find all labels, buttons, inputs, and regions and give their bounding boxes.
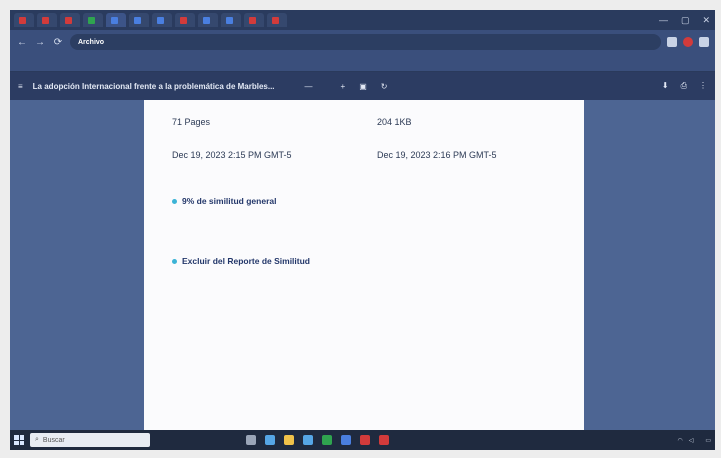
browser-tab[interactable] bbox=[37, 13, 57, 27]
more-options-icon[interactable]: ⋮ bbox=[699, 81, 707, 91]
excluded-title: Excluir del Reporte de Similitud bbox=[172, 256, 556, 266]
browser-tab-strip: — ▢ ✕ bbox=[10, 10, 715, 30]
pdf-viewer[interactable]: 71 Pages 204 1KB Dec 19, 2023 2:15 PM GM… bbox=[10, 100, 715, 430]
meta-cell: Dec 19, 2023 2:15 PM GMT-5 bbox=[172, 145, 377, 160]
favicon-icon bbox=[88, 16, 95, 24]
document-metadata: 71 Pages 204 1KB Dec 19, 2023 2:15 PM GM… bbox=[172, 112, 556, 160]
favicon-icon bbox=[19, 16, 26, 24]
bullet-icon bbox=[172, 258, 177, 264]
notifications-icon[interactable]: ▭ bbox=[705, 437, 711, 444]
profile-icon[interactable] bbox=[683, 37, 693, 47]
browser-tab[interactable] bbox=[60, 13, 80, 27]
favicon-icon bbox=[157, 16, 164, 24]
similarity-title: 9% de similitud general bbox=[172, 196, 556, 206]
excluded-title-text: Excluir del Reporte de Similitud bbox=[182, 256, 310, 266]
download-icon[interactable]: ⬇ bbox=[662, 81, 669, 91]
report-date: Dec 19, 2023 2:16 PM GMT-5 bbox=[377, 150, 497, 160]
page-count: 71 Pages bbox=[172, 117, 211, 127]
file-size: 204 1KB bbox=[377, 117, 412, 127]
meta-cell: 204 1KB bbox=[377, 112, 577, 127]
file-badge: Archivo bbox=[78, 38, 105, 46]
screen: — ▢ ✕ ← → ⟳ Archivo ≡ La adopción Intern… bbox=[10, 10, 715, 450]
browser-tab[interactable] bbox=[267, 13, 287, 27]
address-bar-row: ← → ⟳ Archivo bbox=[10, 30, 715, 54]
browser-tab[interactable] bbox=[14, 13, 34, 27]
favicon-icon bbox=[226, 16, 233, 24]
pdf-toolbar: ≡ La adopción Internacional frente a la … bbox=[10, 72, 715, 100]
favicon-icon bbox=[42, 16, 49, 24]
excluded-list bbox=[172, 275, 556, 283]
app-icon[interactable] bbox=[379, 435, 389, 445]
minimize-button[interactable]: — bbox=[654, 15, 673, 25]
browser-tab[interactable] bbox=[244, 13, 264, 27]
pdf-actions: ⬇ ⎙ ⋮ bbox=[662, 81, 707, 91]
bookmarks-bar bbox=[10, 54, 715, 72]
browser-tab-active[interactable] bbox=[106, 13, 126, 27]
reload-button[interactable]: ⟳ bbox=[52, 37, 64, 48]
browser-tab[interactable] bbox=[129, 13, 149, 27]
pdf-page-controls: — + ▣ ↻ bbox=[305, 82, 388, 91]
favicon-icon bbox=[65, 16, 72, 24]
close-window-button[interactable]: ✕ bbox=[697, 15, 715, 26]
meta-cell: Dec 19, 2023 2:16 PM GMT-5 bbox=[377, 145, 577, 160]
store-icon[interactable] bbox=[303, 435, 313, 445]
windows-start-icon[interactable] bbox=[14, 435, 24, 445]
excluded-section: Excluir del Reporte de Similitud bbox=[172, 256, 556, 283]
favicon-icon bbox=[249, 16, 256, 24]
submission-date: Dec 19, 2023 2:15 PM GMT-5 bbox=[172, 150, 292, 160]
forward-button[interactable]: → bbox=[34, 37, 46, 48]
favicon-icon bbox=[134, 16, 141, 24]
menu-icon[interactable] bbox=[699, 37, 709, 47]
zoom-in-button[interactable]: + bbox=[341, 82, 346, 91]
rotate-icon[interactable]: ↻ bbox=[381, 82, 388, 91]
pdf-page: 71 Pages 204 1KB Dec 19, 2023 2:15 PM GM… bbox=[144, 100, 584, 430]
hamburger-menu-icon[interactable]: ≡ bbox=[18, 82, 23, 91]
print-icon[interactable]: ⎙ bbox=[681, 81, 687, 91]
taskbar-apps bbox=[246, 435, 389, 445]
chrome-icon[interactable] bbox=[341, 435, 351, 445]
excel-icon[interactable] bbox=[322, 435, 332, 445]
zoom-out-button[interactable]: — bbox=[305, 82, 313, 91]
similarity-section: 9% de similitud general bbox=[172, 196, 556, 236]
edge-icon[interactable] bbox=[265, 435, 275, 445]
favicon-icon bbox=[111, 16, 118, 24]
favicon-icon bbox=[203, 16, 210, 24]
fit-page-icon[interactable]: ▣ bbox=[359, 82, 367, 91]
bullet-icon bbox=[172, 198, 177, 204]
browser-tab[interactable] bbox=[83, 13, 103, 27]
system-tray: ◠ ◁ ▭ bbox=[677, 437, 711, 444]
favicon-icon bbox=[272, 16, 279, 24]
browser-tab[interactable] bbox=[198, 13, 218, 27]
browser-tab[interactable] bbox=[152, 13, 172, 27]
volume-icon[interactable]: ◁ bbox=[689, 437, 694, 444]
extension-icon[interactable] bbox=[667, 37, 677, 47]
taskbar-search[interactable]: ⌕ Buscar bbox=[30, 433, 150, 447]
search-placeholder: Buscar bbox=[42, 436, 65, 444]
pdf-title: La adopción Internacional frente a la pr… bbox=[32, 81, 275, 91]
network-icon[interactable]: ◠ bbox=[677, 437, 682, 444]
similarity-title-text: 9% de similitud general bbox=[182, 196, 277, 206]
taskbar: ⌕ Buscar ◠ ◁ ▭ bbox=[10, 430, 715, 450]
browser-tab[interactable] bbox=[221, 13, 241, 27]
search-icon: ⌕ bbox=[35, 436, 39, 443]
task-view-icon[interactable] bbox=[246, 435, 256, 445]
similarity-list bbox=[172, 220, 556, 236]
address-bar[interactable]: Archivo bbox=[70, 34, 661, 50]
favicon-icon bbox=[180, 16, 187, 24]
file-explorer-icon[interactable] bbox=[284, 435, 294, 445]
browser-tab[interactable] bbox=[175, 13, 195, 27]
back-button[interactable]: ← bbox=[16, 37, 28, 48]
app-icon[interactable] bbox=[360, 435, 370, 445]
maximize-button[interactable]: ▢ bbox=[676, 15, 695, 26]
meta-cell: 71 Pages bbox=[172, 112, 377, 127]
